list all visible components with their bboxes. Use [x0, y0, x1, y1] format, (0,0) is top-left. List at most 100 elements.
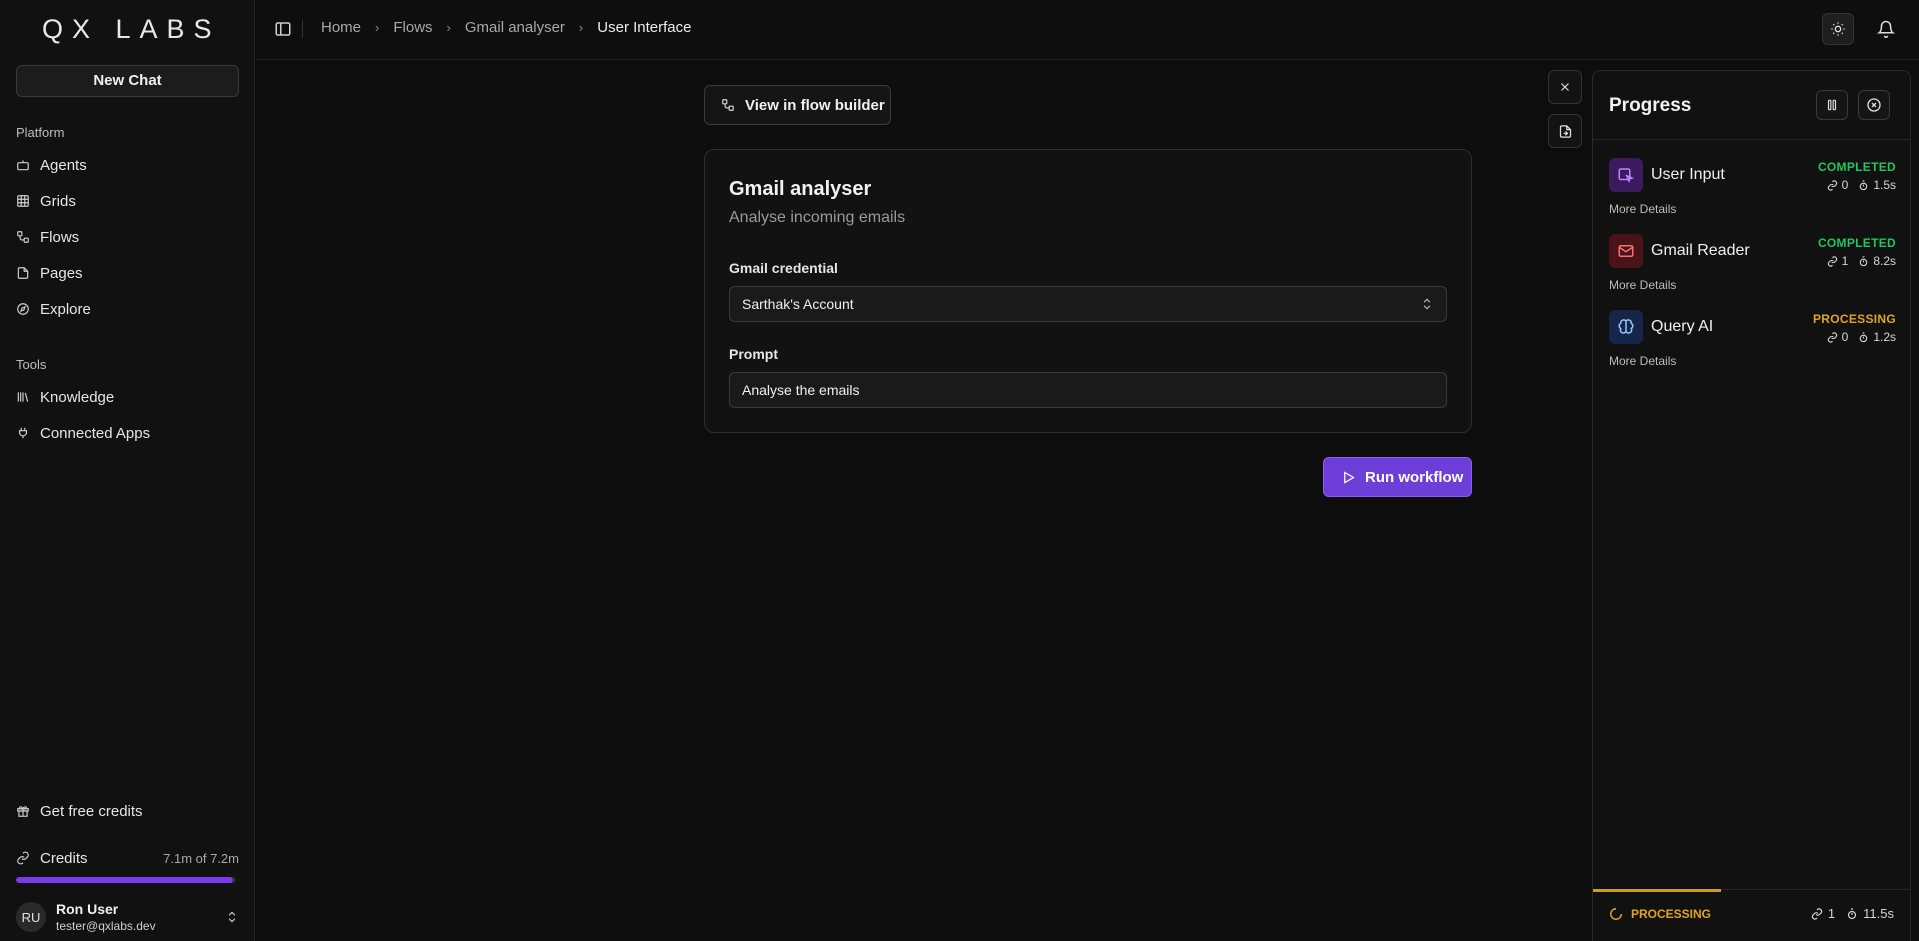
- flow-icon: [721, 98, 735, 112]
- more-details-link[interactable]: More Details: [1609, 354, 1676, 368]
- sidebar-item-connected-apps[interactable]: Connected Apps: [16, 419, 239, 447]
- bell-icon: [1877, 20, 1895, 38]
- user-info: Ron User tester@qxlabs.dev: [56, 901, 156, 933]
- chevron-right-icon: ›: [375, 20, 380, 35]
- gmail-credential-label: Gmail credential: [729, 260, 838, 276]
- link-icon: [16, 851, 30, 865]
- sidebar-item-agents[interactable]: Agents: [16, 151, 239, 179]
- close-icon: [1558, 80, 1572, 94]
- user-input-icon: [1609, 158, 1643, 192]
- new-chat-button[interactable]: New Chat: [16, 65, 239, 97]
- chevron-right-icon: ›: [578, 20, 584, 35]
- file-export-icon: [1558, 124, 1573, 139]
- step-links: 1: [1841, 254, 1849, 268]
- top-header: Home › Flows › Gmail analyser › User Int…: [256, 0, 1919, 60]
- link-icon: [1811, 907, 1823, 920]
- breadcrumb-user-interface: User Interface: [597, 19, 692, 36]
- step-time: 8.2s: [1873, 254, 1896, 268]
- logo-text: QX LABS: [42, 13, 221, 44]
- run-workflow-button[interactable]: Run workflow: [1323, 457, 1472, 497]
- step-status: PROCESSING: [1812, 312, 1896, 326]
- credits-progress-fill: [16, 877, 233, 883]
- step-links: 0: [1841, 178, 1849, 192]
- sidebar-item-pages[interactable]: Pages: [16, 259, 239, 287]
- sidebar-item-label: Flows: [40, 228, 80, 246]
- step-meta: 1 8.2s: [1827, 254, 1896, 268]
- user-menu[interactable]: RU Ron User tester@qxlabs.dev: [16, 898, 239, 936]
- progress-step-gmail-reader: Gmail Reader COMPLETED 1 8.2s More Detai…: [1609, 234, 1896, 296]
- brain-icon: [1609, 310, 1643, 344]
- mail-icon: [1609, 234, 1643, 268]
- workflow-subtitle: Analyse incoming emails: [729, 209, 906, 226]
- user-name: Ron User: [56, 901, 119, 917]
- breadcrumb-home[interactable]: Home: [321, 19, 361, 36]
- export-button[interactable]: [1548, 114, 1582, 148]
- library-icon: [16, 390, 30, 404]
- prompt-input[interactable]: [729, 372, 1447, 408]
- sidebar: QX LABS New Chat Platform Agents Grids F…: [0, 0, 255, 941]
- chevrons-up-down-icon: [225, 910, 239, 924]
- gift-icon: [16, 804, 30, 818]
- get-free-credits-label: Get free credits: [40, 802, 143, 820]
- more-details-link[interactable]: More Details: [1609, 202, 1676, 216]
- sidebar-item-grids[interactable]: Grids: [16, 187, 239, 215]
- footer-status-label: PROCESSING: [1631, 907, 1712, 921]
- footer-time: 11.5s: [1863, 906, 1894, 921]
- step-name: User Input: [1651, 166, 1725, 183]
- credits-amount: 7.1m of 7.2m: [163, 850, 239, 866]
- link-icon: [1827, 179, 1838, 191]
- step-meta: 0 1.5s: [1827, 178, 1896, 192]
- sidebar-item-explore[interactable]: Explore: [16, 295, 239, 323]
- platform-section-label: Platform: [16, 125, 65, 140]
- compass-icon: [16, 302, 30, 316]
- flow-icon: [16, 230, 30, 244]
- timer-icon: [1858, 331, 1869, 343]
- sidebar-item-label: Grids: [40, 192, 76, 210]
- logo[interactable]: QX LABS: [42, 14, 221, 44]
- header-divider: [302, 20, 303, 38]
- theme-toggle-button[interactable]: [1822, 13, 1854, 45]
- sidebar-item-knowledge[interactable]: Knowledge: [16, 383, 239, 411]
- avatar: RU: [16, 902, 46, 932]
- step-name: Gmail Reader: [1651, 242, 1750, 259]
- sun-icon: [1830, 21, 1846, 37]
- progress-panel: Progress User Input COMPLETED 0 1.5s Mor…: [1592, 70, 1911, 941]
- step-status: COMPLETED: [1817, 160, 1896, 174]
- tools-section-label: Tools: [16, 357, 47, 372]
- credits-row[interactable]: Credits 7.1m of 7.2m: [16, 846, 239, 870]
- timer-icon: [1858, 255, 1869, 267]
- credits-progress-bar: [16, 877, 236, 883]
- pause-button[interactable]: [1816, 90, 1848, 120]
- step-time: 1.2s: [1873, 330, 1896, 344]
- prompt-label: Prompt: [729, 346, 778, 362]
- chevron-right-icon: ›: [446, 20, 451, 35]
- play-icon: [1341, 470, 1356, 485]
- breadcrumb: Home › Flows › Gmail analyser › User Int…: [321, 19, 691, 36]
- breadcrumb-flows[interactable]: Flows: [393, 19, 432, 36]
- step-name: Query AI: [1651, 318, 1714, 335]
- grid-icon: [16, 194, 30, 208]
- progress-step-user-input: User Input COMPLETED 0 1.5s More Details: [1609, 158, 1896, 220]
- gmail-credential-select[interactable]: Sarthak's Account: [729, 286, 1447, 322]
- step-meta: 0 1.2s: [1827, 330, 1896, 344]
- sidebar-item-label: Pages: [40, 264, 83, 282]
- step-links: 0: [1841, 330, 1849, 344]
- timer-icon: [1846, 907, 1858, 920]
- view-in-flow-builder-button[interactable]: View in flow builder: [704, 85, 891, 125]
- sidebar-item-flows[interactable]: Flows: [16, 223, 239, 251]
- plug-icon: [16, 426, 30, 440]
- circle-x-icon: [1866, 97, 1882, 113]
- sidebar-toggle-icon[interactable]: [274, 20, 292, 38]
- link-icon: [1827, 255, 1838, 267]
- sidebar-item-label: Agents: [40, 156, 87, 174]
- cancel-run-button[interactable]: [1858, 90, 1890, 120]
- pages-icon: [16, 266, 30, 280]
- user-email: tester@qxlabs.dev: [56, 919, 156, 933]
- notifications-button[interactable]: [1870, 13, 1902, 45]
- breadcrumb-gmail-analyser[interactable]: Gmail analyser: [465, 19, 565, 36]
- get-free-credits-link[interactable]: Get free credits: [16, 797, 239, 825]
- step-status: COMPLETED: [1817, 236, 1896, 250]
- more-details-link[interactable]: More Details: [1609, 278, 1676, 292]
- close-panel-button[interactable]: [1548, 70, 1582, 104]
- bot-icon: [16, 158, 30, 172]
